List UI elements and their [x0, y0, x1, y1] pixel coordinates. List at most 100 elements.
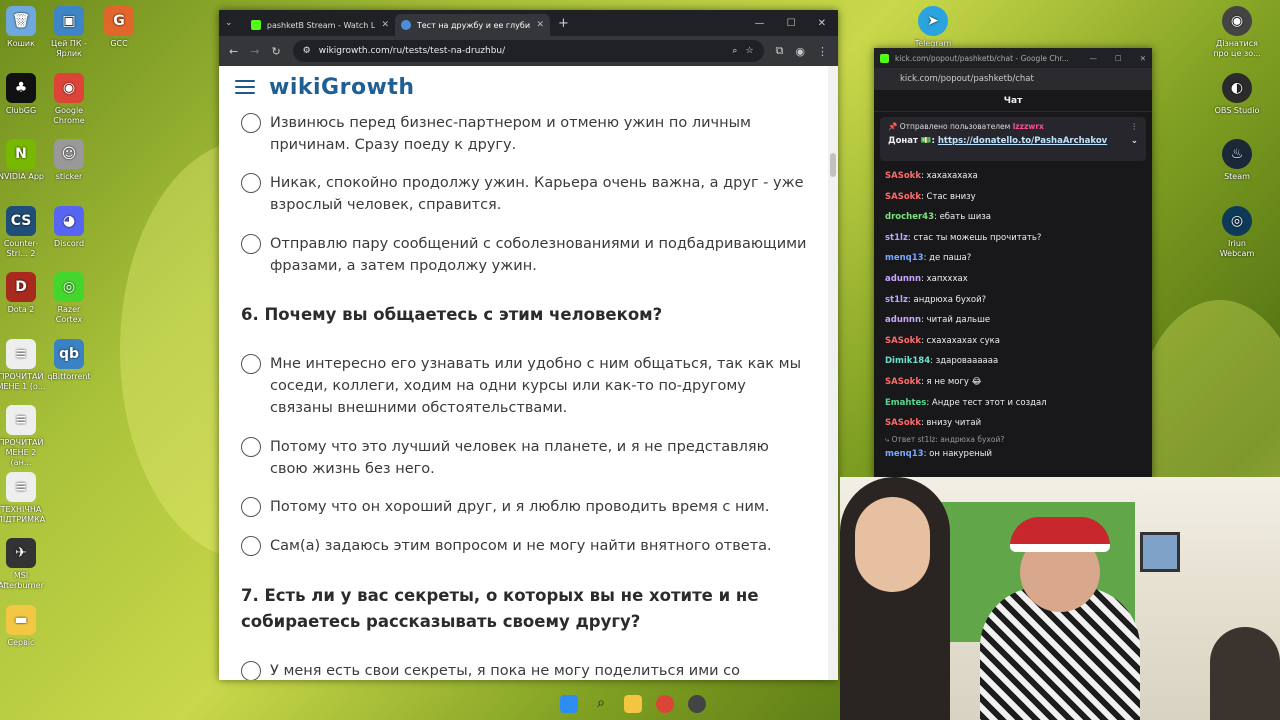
kebab-icon[interactable]: ⋮: [1131, 122, 1139, 131]
desktop-shortcut[interactable]: D Dota 2: [0, 272, 46, 315]
desktop-shortcut[interactable]: ♣ ClubGG: [0, 73, 46, 116]
chat-username[interactable]: Dimik184: [885, 356, 930, 366]
bookmark-star-icon[interactable]: ☆: [745, 46, 753, 56]
chat-username[interactable]: menq13: [885, 449, 924, 459]
desktop-shortcut[interactable]: G GCC: [94, 6, 144, 49]
radio-button[interactable]: [241, 234, 261, 254]
maximize-icon[interactable]: ☐: [1115, 54, 1122, 63]
webcam-feed: [840, 477, 1280, 720]
desktop-shortcut[interactable]: 🗑 Кошик: [0, 6, 46, 49]
chat-username[interactable]: adunnn: [885, 315, 921, 325]
quiz-option[interactable]: Потому что это лучший человек на планете…: [241, 436, 810, 480]
chat-window-titlebar: kick.com/popout/pashketb/chat - Google C…: [874, 48, 1152, 68]
close-tab-icon[interactable]: ✕: [381, 20, 389, 30]
site-logo[interactable]: wikiGrowth: [269, 75, 415, 100]
pinned-message[interactable]: 📌 Отправлено пользователем lzzzwrx ⋮ Дон…: [880, 117, 1146, 161]
desktop-shortcut[interactable]: ▣ Цей ПК - Ярлик: [44, 6, 94, 59]
forward-icon[interactable]: →: [250, 45, 259, 58]
chat-username[interactable]: SASokk: [885, 171, 921, 181]
desktop-shortcut[interactable]: ◎ Razer Cortex: [44, 272, 94, 325]
desktop-shortcut[interactable]: ✈ MSI Afterburner: [0, 538, 46, 591]
kick-favicon-icon: [251, 20, 261, 30]
back-icon[interactable]: ←: [229, 45, 238, 58]
chat-url-bar[interactable]: kick.com/popout/pashketb/chat: [874, 68, 1152, 90]
quiz-option[interactable]: У меня есть свои секреты, я пока не могу…: [241, 660, 810, 680]
search-icon[interactable]: ⌕: [592, 695, 610, 713]
minimize-icon[interactable]: —: [1089, 54, 1097, 63]
this-pc-icon: ▣: [54, 6, 84, 36]
chat-username[interactable]: SASokk: [885, 192, 921, 202]
radio-button[interactable]: [241, 354, 261, 374]
chevron-down-icon[interactable]: ⌄: [1131, 136, 1138, 146]
streamer-face: [855, 497, 930, 592]
close-window-icon[interactable]: ✕: [1140, 54, 1146, 63]
chat-username[interactable]: Emahtes: [885, 398, 926, 408]
menu-kebab-icon[interactable]: ⋮: [817, 45, 828, 58]
desktop-shortcut[interactable]: ≡ ПРОЧИТАЙ МЕНЕ 1 (о...: [0, 339, 46, 392]
chat-username[interactable]: SASokk: [885, 418, 921, 428]
reload-icon[interactable]: ↻: [271, 45, 280, 58]
radio-button[interactable]: [241, 173, 261, 193]
radio-button[interactable]: [241, 536, 261, 556]
quiz-option[interactable]: Никак, спокойно продолжу ужин. Карьера о…: [241, 172, 810, 216]
maximize-icon[interactable]: ☐: [787, 18, 796, 29]
chat-username[interactable]: menq13: [885, 253, 924, 263]
desktop-shortcut-label: MSI Afterburner: [0, 571, 44, 590]
radio-button[interactable]: [241, 661, 261, 680]
minimize-icon[interactable]: —: [755, 18, 765, 29]
page-scrollbar[interactable]: [828, 66, 838, 680]
chat-username[interactable]: drocher43: [885, 212, 934, 222]
desktop-shortcut[interactable]: ◉ Дізнатися про це зо...: [1212, 6, 1262, 59]
profile-icon[interactable]: ◉: [795, 45, 805, 58]
quiz-option[interactable]: Сам(а) задаюсь этим вопросом и не могу н…: [241, 535, 810, 557]
quiz-option[interactable]: Потому что он хороший друг, и я люблю пр…: [241, 496, 810, 518]
radio-button[interactable]: [241, 437, 261, 457]
desktop-shortcut[interactable]: ◉ Google Chrome: [44, 73, 94, 126]
quiz-option[interactable]: Мне интересно его узнавать или удобно с …: [241, 353, 810, 419]
chat-username[interactable]: adunnn: [885, 274, 921, 284]
desktop-shortcut[interactable]: ♨ Steam: [1212, 139, 1262, 182]
app-taskbar-icon[interactable]: [688, 695, 706, 713]
desktop-shortcut[interactable]: ◐ OBS Studio: [1212, 73, 1262, 116]
desktop-shortcut[interactable]: qb qBittorrent: [44, 339, 94, 382]
desktop-shortcut-label: NVIDIA App: [0, 172, 44, 181]
desktop-shortcut[interactable]: ≡ ТЕХНІЧНА ПІДТРИМКА: [0, 472, 46, 525]
radio-button[interactable]: [241, 113, 261, 133]
chat-username[interactable]: SASokk: [885, 377, 921, 387]
radio-button[interactable]: [241, 497, 261, 517]
tab-kick-stream[interactable]: pashketB Stream - Watch Live o ✕: [245, 14, 395, 36]
tab-wikigrowth[interactable]: Тест на дружбу и ее глубину ✕: [395, 14, 550, 36]
site-info-icon[interactable]: ⚙: [303, 46, 311, 56]
close-tab-icon[interactable]: ✕: [536, 20, 544, 30]
extensions-icon[interactable]: ⧉: [776, 44, 784, 58]
scrollbar-thumb[interactable]: [830, 153, 836, 177]
tab-search-icon[interactable]: ⌄: [225, 18, 245, 28]
close-window-icon[interactable]: ✕: [818, 18, 826, 29]
chat-text: хахахахаха: [926, 171, 978, 181]
zoom-icon[interactable]: ⌕: [732, 46, 737, 56]
desktop-shortcut[interactable]: ◕ Discord: [44, 206, 94, 249]
omnibox[interactable]: ⚙ wikigrowth.com/ru/tests/test-na-druzhb…: [292, 40, 764, 62]
desktop-shortcut[interactable]: ≡ ПРОЧИТАЙ МЕНЕ 2 (ан...: [0, 405, 46, 468]
desktop-shortcut[interactable]: ▬ Сервіс: [0, 605, 46, 648]
new-tab-icon[interactable]: +: [558, 16, 569, 31]
chat-username[interactable]: st1lz: [885, 295, 908, 305]
desktop-shortcut[interactable]: ➤ Telegram: [908, 6, 958, 49]
donate-link[interactable]: https://donatello.to/PashaArchakov: [938, 136, 1107, 146]
desktop-shortcut[interactable]: ◎ Iriun Webcam: [1212, 206, 1262, 259]
desktop-shortcut[interactable]: N NVIDIA App: [0, 139, 46, 182]
quiz-option[interactable]: Отправлю пару сообщений с соболезнования…: [241, 233, 810, 277]
chat-username[interactable]: SASokk: [885, 336, 921, 346]
desktop-shortcut[interactable]: CS Counter-Stri... 2: [0, 206, 46, 259]
chrome-taskbar-icon[interactable]: [656, 695, 674, 713]
hamburger-menu-icon[interactable]: [235, 80, 255, 94]
desktop-shortcut[interactable]: ☺ sticker: [44, 139, 94, 182]
start-menu-icon[interactable]: [560, 695, 578, 713]
donate-label: Донат: [888, 136, 918, 146]
desktop-shortcut-label: Google Chrome: [53, 106, 85, 125]
folder-icon: ▬: [6, 605, 36, 635]
wall-picture: [1140, 532, 1180, 572]
file-explorer-icon[interactable]: [624, 695, 642, 713]
quiz-option[interactable]: Извинюсь перед бизнес-партнером и отменю…: [241, 112, 810, 156]
chat-username[interactable]: st1lz: [885, 233, 908, 243]
